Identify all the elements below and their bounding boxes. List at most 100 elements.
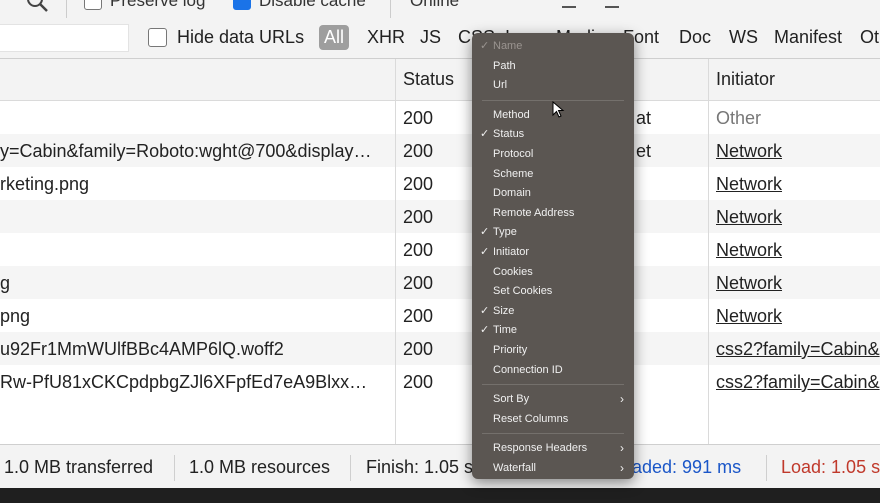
- request-status: 200: [403, 141, 434, 161]
- summary-divider: [766, 455, 767, 481]
- menu-item-label: Time: [493, 324, 518, 337]
- table-row[interactable]: 200 Network: [0, 233, 880, 266]
- menu-item-label: Name: [493, 40, 523, 52]
- request-initiator[interactable]: Network: [716, 207, 880, 228]
- table-header: Status Initiator: [0, 59, 880, 101]
- initiator-column-header[interactable]: Initiator: [716, 69, 775, 90]
- search-icon[interactable]: [24, 0, 50, 14]
- table-row[interactable]: 200 Network: [0, 200, 880, 233]
- request-name: rketing.png: [0, 174, 90, 194]
- filter-js-button[interactable]: JS: [420, 27, 441, 48]
- menu-item-label: Protocol: [493, 148, 534, 160]
- request-table: Status Initiator 200 at Other y=Cabin&famil…: [0, 59, 880, 444]
- checkmark-icon: ✓: [480, 226, 490, 239]
- table-row[interactable]: png 200 Network: [0, 299, 880, 332]
- menu-item-domain[interactable]: Domain: [472, 184, 634, 203]
- preserve-log-checkbox[interactable]: [84, 0, 102, 10]
- request-initiator: Other: [716, 108, 762, 128]
- menu-item-cookies[interactable]: Cookies: [472, 263, 634, 282]
- menu-item-label: Cookies: [493, 265, 533, 278]
- column-divider[interactable]: [395, 59, 396, 444]
- disable-cache-checkbox[interactable]: [233, 0, 251, 10]
- menu-item-sort-by[interactable]: Sort By ›: [472, 390, 634, 409]
- filter-all-button[interactable]: All: [319, 25, 350, 50]
- filter-other-button[interactable]: Ot: [860, 27, 879, 48]
- menu-item-set-cookies[interactable]: Set Cookies: [472, 282, 634, 301]
- submenu-arrow-icon: ›: [620, 392, 624, 407]
- request-initiator[interactable]: Network: [716, 306, 880, 327]
- checkmark-icon: ✓: [480, 128, 490, 141]
- menu-item-label: Remote Address: [493, 206, 575, 219]
- menu-item-time[interactable]: ✓ Time: [472, 321, 634, 340]
- request-status: 200: [403, 339, 434, 359]
- table-row[interactable]: g 200 Network: [0, 266, 880, 299]
- menu-item-size[interactable]: ✓ Size: [472, 302, 634, 321]
- request-type: et: [636, 141, 652, 161]
- menu-item-path[interactable]: Path: [472, 57, 634, 76]
- menu-item-initiator[interactable]: ✓ Initiator: [472, 243, 634, 262]
- import-har-icon[interactable]: [560, 0, 578, 12]
- preserve-log-label: Preserve log: [110, 0, 206, 10]
- menu-item-protocol[interactable]: Protocol: [472, 145, 634, 164]
- disable-cache-label: Disable cache: [259, 0, 366, 10]
- menu-item-type[interactable]: ✓ Type: [472, 223, 634, 242]
- hide-data-urls-label: Hide data URLs: [177, 27, 305, 47]
- request-name: u92Fr1MmWUlfBBc4AMP6lQ.woff2: [0, 339, 284, 359]
- request-initiator[interactable]: Network: [716, 174, 880, 195]
- finish-time: Finish: 1.05 s: [366, 457, 474, 477]
- menu-item-label: Initiator: [493, 246, 530, 258]
- menu-item-remote-address[interactable]: Remote Address: [472, 204, 634, 223]
- network-toolbar: Preserve log Disable cache Online: [0, 0, 880, 19]
- menu-item-url[interactable]: Url: [472, 76, 634, 95]
- menu-item-response-headers[interactable]: Response Headers ›: [472, 439, 634, 458]
- menu-item-scheme[interactable]: Scheme: [472, 165, 634, 184]
- request-initiator[interactable]: css2?family=Cabin&: [716, 339, 880, 360]
- request-status: 200: [403, 174, 434, 194]
- request-initiator[interactable]: css2?family=Cabin&: [716, 372, 880, 393]
- menu-item-label: Response Headers: [493, 442, 588, 455]
- menu-item-label: Reset Columns: [493, 412, 569, 425]
- menu-item-connection-id[interactable]: Connection ID: [472, 361, 634, 380]
- menu-item-label: Path: [493, 59, 516, 72]
- menu-item-label: Sort By: [493, 393, 530, 406]
- menu-item-label: Url: [493, 79, 508, 92]
- table-row[interactable]: rketing.png 200 Network: [0, 167, 880, 200]
- table-row[interactable]: u92Fr1MmWUlfBBc4AMP6lQ.woff2 200 css2?fami…: [0, 332, 880, 365]
- table-row[interactable]: Rw-PfU81xCKCpdpbgZJl6XFpfEd7eA9Blxx… 200 c…: [0, 365, 880, 398]
- request-type: at: [636, 108, 652, 128]
- menu-item-label: Status: [493, 128, 525, 141]
- filter-manifest-button[interactable]: Manifest: [774, 27, 842, 48]
- request-status: 200: [403, 108, 434, 128]
- checkmark-icon: ✓: [480, 324, 490, 337]
- menu-item-reset-columns[interactable]: Reset Columns: [472, 410, 634, 429]
- request-initiator[interactable]: Network: [716, 240, 880, 261]
- hide-data-urls-checkbox[interactable]: [148, 28, 167, 47]
- menu-item-waterfall[interactable]: Waterfall ›: [472, 459, 634, 478]
- request-initiator[interactable]: Network: [716, 141, 880, 162]
- menu-item-priority[interactable]: Priority: [472, 341, 634, 360]
- toolbar-divider: [66, 0, 67, 18]
- filter-xhr-button[interactable]: XHR: [367, 27, 405, 48]
- filter-doc-button[interactable]: Doc: [679, 27, 711, 48]
- menu-item-status[interactable]: ✓ Status: [472, 125, 634, 144]
- table-row[interactable]: 200 at Other: [0, 101, 880, 134]
- menu-item-label: Set Cookies: [493, 285, 553, 298]
- table-row[interactable]: y=Cabin&family=Roboto:wght@700&display… 2…: [0, 134, 880, 167]
- column-context-menu: ✓ Name Path Url Method ✓ Status Protocol Scheme D…: [472, 33, 634, 479]
- filter-input[interactable]: [0, 24, 129, 52]
- export-har-icon[interactable]: [603, 0, 621, 12]
- submenu-arrow-icon: ›: [620, 461, 624, 475]
- column-divider[interactable]: [708, 59, 709, 444]
- request-status: 200: [403, 207, 434, 227]
- menu-item-label: Method: [493, 108, 530, 121]
- summary-divider: [174, 455, 175, 481]
- request-name: y=Cabin&family=Roboto:wght@700&display…: [0, 141, 372, 161]
- menu-item-label: Waterfall: [493, 462, 536, 474]
- throttle-select[interactable]: Online: [410, 0, 459, 10]
- status-column-header[interactable]: Status: [403, 69, 454, 90]
- checkmark-icon: ✓: [480, 40, 490, 52]
- menu-item-label: Domain: [493, 187, 531, 200]
- filter-bar: Hide data URLs All XHR JS CSS Img Media …: [0, 18, 880, 59]
- request-initiator[interactable]: Network: [716, 273, 880, 294]
- filter-ws-button[interactable]: WS: [729, 27, 758, 48]
